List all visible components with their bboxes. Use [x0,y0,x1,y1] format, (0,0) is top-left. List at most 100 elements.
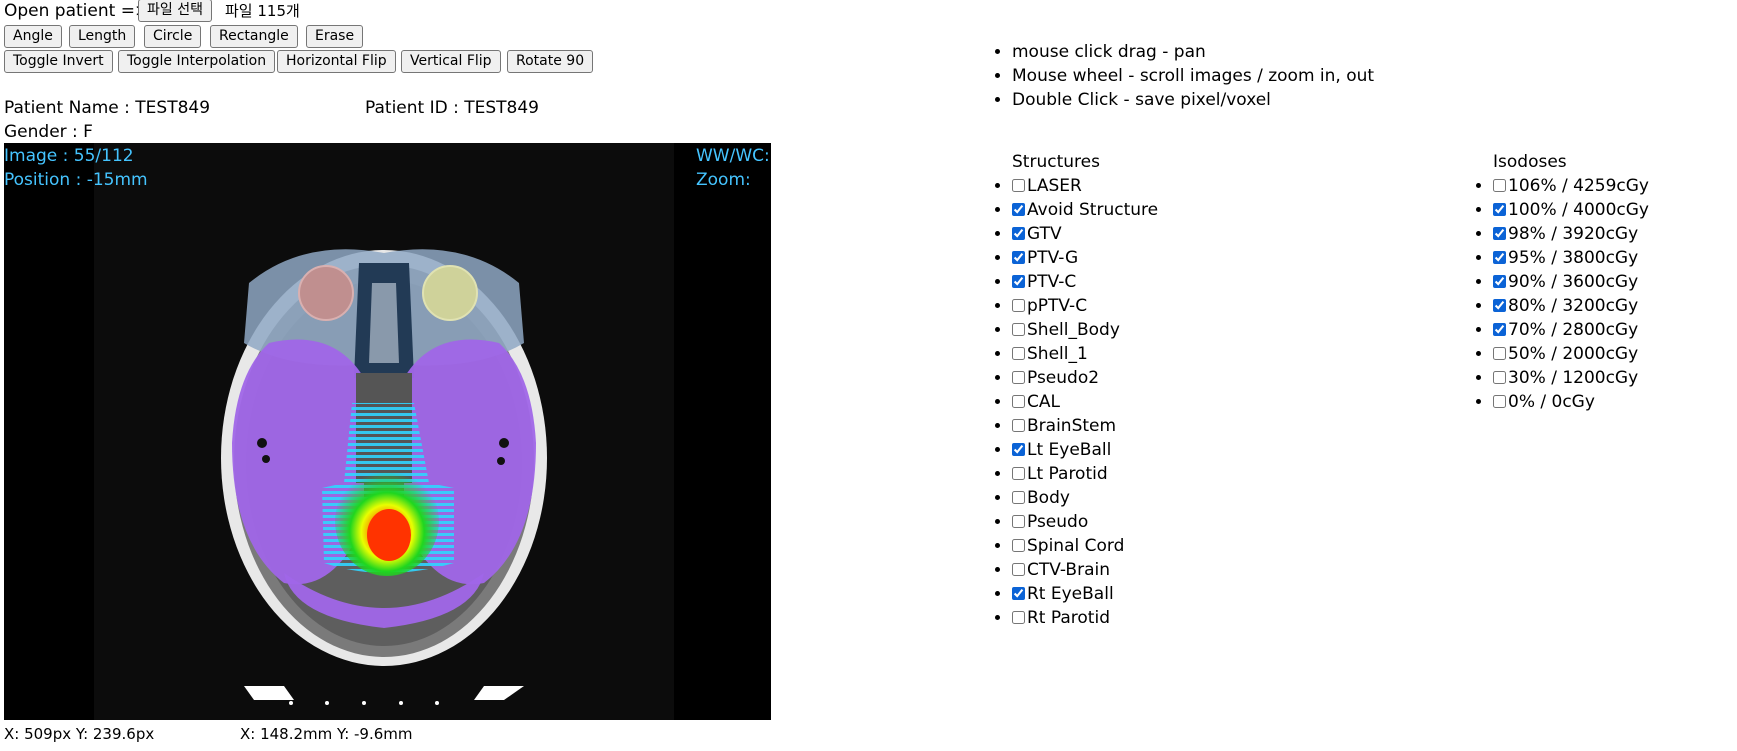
structure-item-ptv-c: PTV-C [1012,270,1158,294]
isodose-label: 0% / 0cGy [1508,392,1595,412]
structure-checkbox[interactable] [1012,491,1025,504]
isodose-checkbox[interactable] [1493,275,1506,288]
isodose-item-106-4259cgy: 106% / 4259cGy [1493,174,1649,198]
vertical-flip-button[interactable]: Vertical Flip [401,50,501,73]
isodose-label: 106% / 4259cGy [1508,176,1649,196]
structure-checkbox[interactable] [1012,323,1025,336]
structure-checkbox[interactable] [1012,299,1025,312]
isodose-item-80-3200cgy: 80% / 3200cGy [1493,294,1649,318]
image-index-label: Image : 55/112 [4,146,134,166]
isodose-checkbox[interactable] [1493,251,1506,264]
structure-label: CAL [1027,392,1060,412]
tool-erase-button[interactable]: Erase [306,25,364,48]
structure-checkbox[interactable] [1012,395,1025,408]
help-item: Double Click - save pixel/voxel [1012,88,1374,112]
structure-label: pPTV-C [1027,296,1088,316]
structure-label: PTV-C [1027,272,1077,292]
isodose-checkbox[interactable] [1493,371,1506,384]
isodose-checkbox[interactable] [1493,179,1506,192]
isodose-label: 95% / 3800cGy [1508,248,1639,268]
structure-label: Rt EyeBall [1027,584,1114,604]
structures-title: Structures [1012,152,1100,172]
isodose-checkbox[interactable] [1493,395,1506,408]
file-select-button[interactable]: 파일 선택 [138,0,212,22]
tool-rectangle-button[interactable]: Rectangle [210,25,298,48]
isodose-checkbox[interactable] [1493,203,1506,216]
structure-item-pseudo: Pseudo [1012,510,1158,534]
structure-label: Shell_1 [1027,344,1088,364]
ct-slice-image [94,143,674,720]
structure-label: Lt Parotid [1027,464,1108,484]
structure-item-pseudo2: Pseudo2 [1012,366,1158,390]
isodose-item-95-3800cgy: 95% / 3800cGy [1493,246,1649,270]
tool-circle-button[interactable]: Circle [144,25,202,48]
rotate-90-button[interactable]: Rotate 90 [507,50,594,73]
isodose-item-90-3600cgy: 90% / 3600cGy [1493,270,1649,294]
structure-checkbox[interactable] [1012,275,1025,288]
structure-checkbox[interactable] [1012,587,1025,600]
structure-checkbox[interactable] [1012,611,1025,624]
structure-checkbox[interactable] [1012,419,1025,432]
isodoses-title: Isodoses [1493,152,1567,172]
structure-item-avoid-structure: Avoid Structure [1012,198,1158,222]
toggle-interpolation-button[interactable]: Toggle Interpolation [118,50,276,73]
structure-checkbox[interactable] [1012,227,1025,240]
structure-checkbox[interactable] [1012,443,1025,456]
structure-item-shell-body: Shell_Body [1012,318,1158,342]
structure-label: Pseudo2 [1027,368,1100,388]
isodose-label: 80% / 3200cGy [1508,296,1639,316]
structure-label: Lt EyeBall [1027,440,1112,460]
window-level-label: WW/WC: [696,146,770,166]
structure-label: Avoid Structure [1027,200,1159,220]
image-viewer[interactable]: Image : 55/112 Position : -15mm WW/WC: Z… [4,143,771,720]
isodose-checkbox[interactable] [1493,299,1506,312]
isodose-label: 30% / 1200cGy [1508,368,1639,388]
structure-label: Body [1027,488,1070,508]
structure-item-rt-parotid: Rt Parotid [1012,606,1158,630]
isodose-item-98-3920cgy: 98% / 3920cGy [1493,222,1649,246]
structure-checkbox[interactable] [1012,203,1025,216]
isodose-item-30-1200cgy: 30% / 1200cGy [1493,366,1649,390]
structure-label: CTV-Brain [1027,560,1110,580]
structure-item-pptv-c: pPTV-C [1012,294,1158,318]
patient-gender: Gender : F [4,122,93,142]
structure-item-rt-eyeball: Rt EyeBall [1012,582,1158,606]
tool-length-button[interactable]: Length [69,25,136,48]
isodose-label: 98% / 3920cGy [1508,224,1639,244]
structure-item-body: Body [1012,486,1158,510]
isodose-checkbox[interactable] [1493,347,1506,360]
tool-angle-button[interactable]: Angle [4,25,62,48]
structure-label: Pseudo [1027,512,1089,532]
structure-checkbox[interactable] [1012,371,1025,384]
structure-checkbox[interactable] [1012,179,1025,192]
structure-checkbox[interactable] [1012,515,1025,528]
structure-checkbox[interactable] [1012,251,1025,264]
structure-item-gtv: GTV [1012,222,1158,246]
open-patient-label: Open patient => [4,1,150,21]
structure-label: Rt Parotid [1027,608,1110,628]
isodose-item-70-2800cgy: 70% / 2800cGy [1493,318,1649,342]
structure-checkbox[interactable] [1012,539,1025,552]
patient-id: Patient ID : TEST849 [365,98,539,118]
structure-item-spinal-cord: Spinal Cord [1012,534,1158,558]
isodose-checkbox[interactable] [1493,323,1506,336]
structure-checkbox[interactable] [1012,563,1025,576]
isodose-item-50-2000cgy: 50% / 2000cGy [1493,342,1649,366]
structure-checkbox[interactable] [1012,347,1025,360]
help-item: Mouse wheel - scroll images / zoom in, o… [1012,64,1374,88]
slice-position-label: Position : -15mm [4,170,148,190]
structure-label: LASER [1027,176,1082,196]
pixel-coords: X: 509px Y: 239.6px [4,725,155,743]
patient-name: Patient Name : TEST849 [4,98,211,118]
structure-label: BrainStem [1027,416,1117,436]
structure-label: PTV-G [1027,248,1079,268]
file-status: 파일 115개 [225,2,300,20]
isodose-checkbox[interactable] [1493,227,1506,240]
structure-checkbox[interactable] [1012,467,1025,480]
structures-list: LASER Avoid Structure GTV PTV-G PTV-C pPTV-C S… [992,174,1158,630]
toggle-invert-button[interactable]: Toggle Invert [4,50,113,73]
structure-label: Shell_Body [1027,320,1120,340]
structure-label: Spinal Cord [1027,536,1125,556]
horizontal-flip-button[interactable]: Horizontal Flip [277,50,396,73]
isodose-item-0-0cgy: 0% / 0cGy [1493,390,1649,414]
